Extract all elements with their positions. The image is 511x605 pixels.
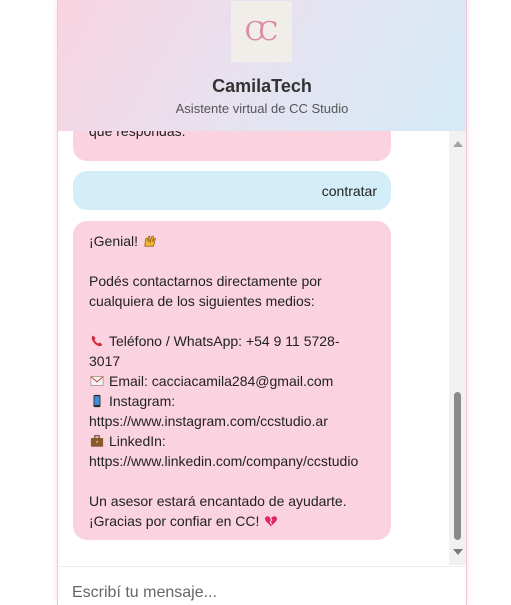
- greeting-line: ¡Genial!: [89, 231, 375, 251]
- scroll-down-arrow-icon[interactable]: [453, 549, 463, 555]
- contact-email: Email: cacciacamila284@gmail.com: [89, 371, 375, 391]
- message-input[interactable]: [72, 581, 452, 605]
- linkedin-link[interactable]: https://www.linkedin.com/company/ccstudi…: [89, 451, 375, 471]
- instagram-link[interactable]: https://www.instagram.com/ccstudio.ar: [89, 411, 375, 431]
- scroll-up-arrow-icon[interactable]: [453, 141, 463, 147]
- briefcase-icon: [90, 435, 104, 447]
- scroll-thumb[interactable]: [454, 392, 461, 540]
- chat-header: CC CamilaTech Asistente virtual de CC St…: [58, 0, 466, 131]
- closing-line-thanks: ¡Gracias por confiar en CC!: [89, 511, 375, 531]
- contact-linkedin-label: LinkedIn:: [109, 433, 166, 449]
- user-message: contratar: [73, 171, 391, 210]
- logo-text: CC: [244, 16, 279, 47]
- message-text: contratar: [321, 183, 377, 199]
- contact-phone: Teléfono / WhatsApp: +54 9 11 5728-: [89, 331, 375, 351]
- mobile-phone-icon: [93, 394, 101, 408]
- assistant-subtitle: Asistente virtual de CC Studio: [175, 101, 349, 116]
- assistant-name: CamilaTech: [212, 76, 312, 96]
- contact-phone-continued: 3017: [89, 353, 121, 369]
- message-text: que respondas.: [89, 131, 186, 139]
- heart-icon: [265, 516, 278, 527]
- contact-instagram: Instagram:: [89, 391, 375, 411]
- intro-line: Podés contactarnos directamente por: [89, 273, 322, 289]
- message-scrollbar[interactable]: [449, 131, 466, 565]
- envelope-icon: [90, 376, 104, 386]
- raised-hands-icon: [144, 235, 156, 247]
- greeting-text: ¡Genial!: [89, 233, 139, 249]
- chat-widget: CC CamilaTech Asistente virtual de CC St…: [57, 0, 467, 605]
- brand-logo: CC: [231, 1, 292, 62]
- contact-instagram-label: Instagram:: [109, 393, 176, 409]
- bot-message: que respondas.: [73, 131, 391, 161]
- contact-linkedin: LinkedIn:: [89, 431, 375, 451]
- closing-text: ¡Gracias por confiar en CC!: [89, 513, 260, 529]
- contact-email-label: Email: cacciacamila284@gmail.com: [109, 373, 334, 389]
- message-list[interactable]: que respondas. contratar ¡Genial! Podés …: [58, 131, 466, 565]
- closing-line: Un asesor estará encantado de ayudarte.: [89, 493, 347, 509]
- telephone-icon: [91, 335, 103, 347]
- message-composer: [58, 566, 466, 605]
- intro-line: cualquiera de los siguientes medios:: [89, 293, 315, 309]
- bot-message: ¡Genial! Podés contactarnos directamente…: [73, 221, 391, 540]
- contact-phone-label: Teléfono / WhatsApp: +54 9 11 5728-: [109, 333, 340, 349]
